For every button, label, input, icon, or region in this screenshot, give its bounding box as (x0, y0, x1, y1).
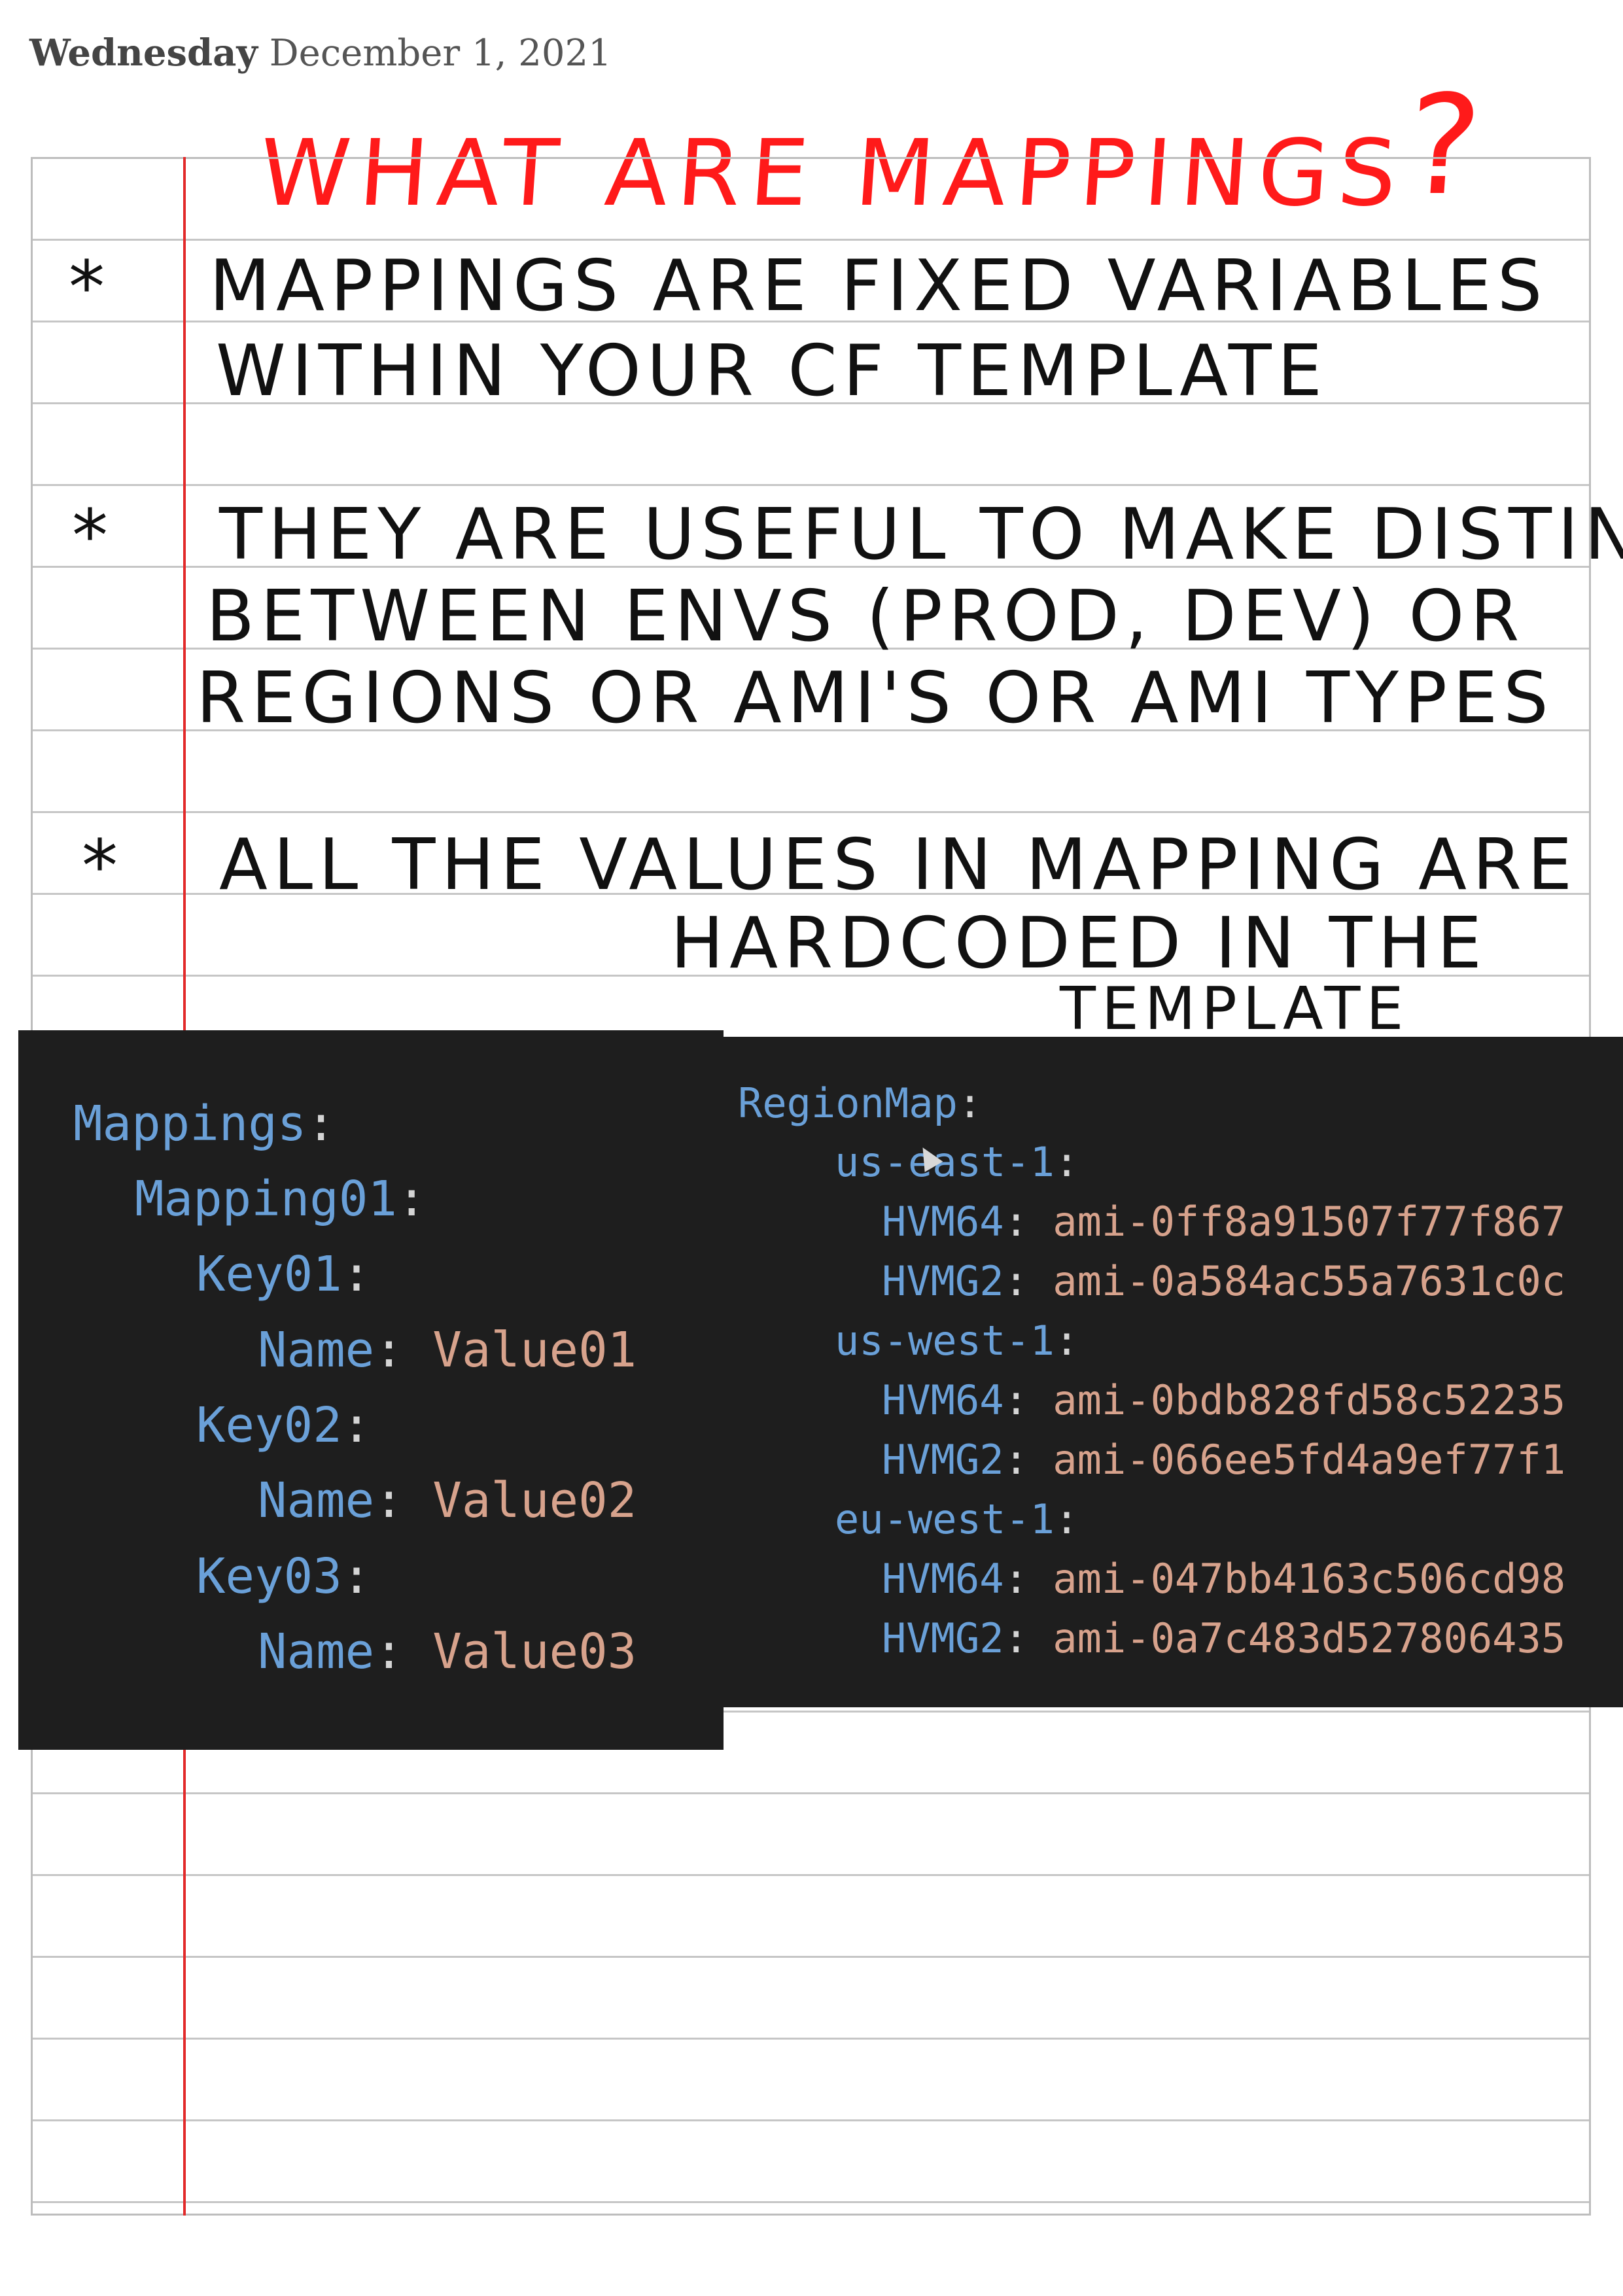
code-key: HVM64 (882, 1555, 1004, 1603)
code-key: RegionMap (738, 1079, 958, 1127)
code-key: Mappings (73, 1096, 307, 1152)
code-value: Value01 (432, 1322, 637, 1378)
note-2-line-2: BETWEEN ENVS (PROD, DEV) OR (206, 576, 1526, 657)
code-value: ami-066ee5fd4a9ef77f1 (1053, 1436, 1566, 1484)
code-value: ami-0bdb828fd58c52235 (1053, 1376, 1566, 1424)
code-snippet-mappings: Mappings: Mapping01: Key01: Name: Value0… (18, 1030, 724, 1750)
note-1-line-1: MAPPINGS ARE FIXED VARIABLES (209, 245, 1548, 327)
bullet-icon: * (69, 245, 105, 329)
note-2-line-3: REGIONS OR AMI'S OR AMI TYPES (196, 657, 1554, 739)
code-value: Value03 (432, 1624, 637, 1680)
code-value: ami-047bb4163c506cd98 (1053, 1555, 1566, 1603)
bullet-icon: * (72, 494, 108, 578)
code-key: Mapping01 (135, 1171, 397, 1227)
note-3-line-2: HARDCODED IN THE (671, 903, 1488, 984)
code-key: HVMG2 (882, 1436, 1004, 1484)
code-key: us-west-1 (835, 1317, 1055, 1365)
code-value: ami-0ff8a91507f77f867 (1053, 1198, 1566, 1245)
code-value: Value02 (432, 1472, 637, 1529)
code-snippet-region-map: RegionMap: us-east-1: HVM64: ami-0ff8a91… (720, 1037, 1623, 1707)
code-key: us-east-1 (835, 1138, 1055, 1186)
code-value: ami-0a584ac55a7631c0c (1053, 1257, 1566, 1305)
code-key: HVMG2 (882, 1614, 1004, 1662)
code-key: Key03 (196, 1548, 342, 1605)
note-3-line-1: ALL THE VALUES IN MAPPING ARE (219, 824, 1579, 906)
code-key: HVM64 (882, 1376, 1004, 1424)
code-key: Key01 (196, 1246, 342, 1302)
date-weekday: Wednesday (29, 31, 258, 75)
code-key: Name (258, 1322, 375, 1378)
code-key: HVM64 (882, 1198, 1004, 1245)
code-key: Name (258, 1472, 375, 1529)
note-2-line-1: THEY ARE USEFUL TO MAKE DISTINK (219, 494, 1623, 576)
code-value: ami-0a7c483d527806435 (1053, 1614, 1566, 1662)
code-key: Key02 (196, 1397, 342, 1453)
code-key: Name (258, 1624, 375, 1680)
note-1-line-2: WITHIN YOUR CF TEMPLATE (216, 330, 1329, 412)
bullet-icon: * (82, 824, 118, 908)
code-key: HVMG2 (882, 1257, 1004, 1305)
code-key: eu-west-1 (835, 1495, 1055, 1543)
note-3-line-3: TEMPLATE (1060, 975, 1410, 1043)
